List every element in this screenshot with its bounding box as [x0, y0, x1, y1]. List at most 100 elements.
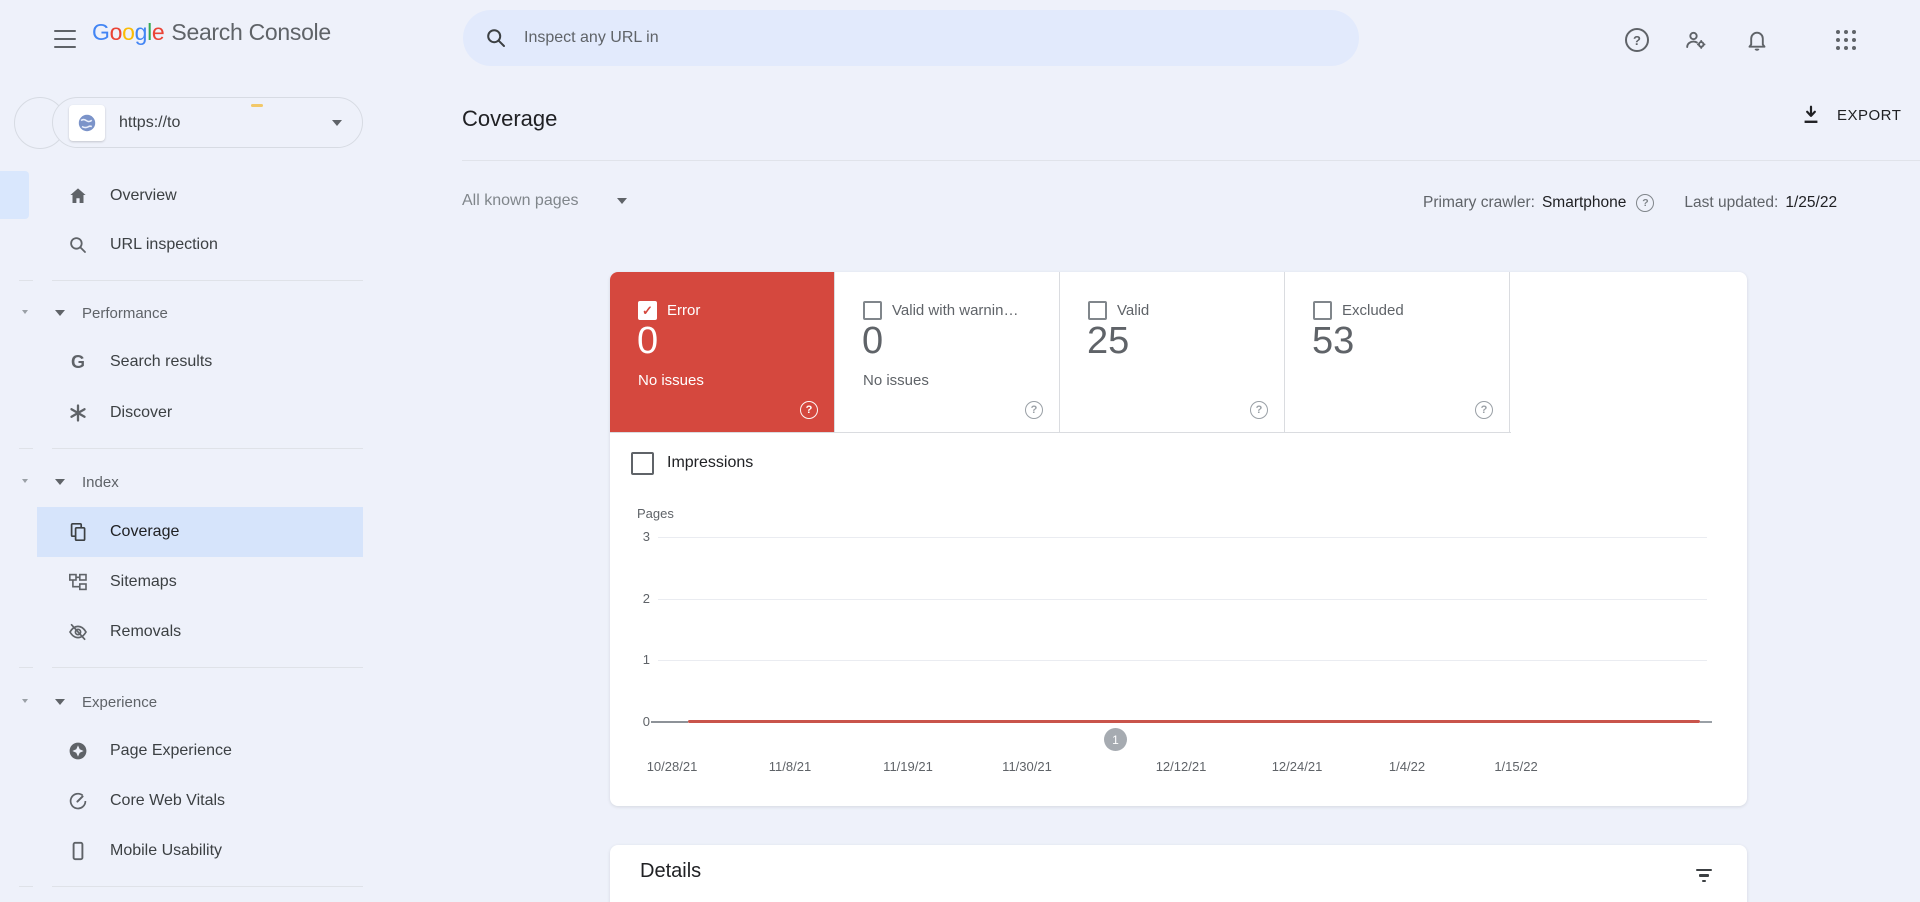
- export-button[interactable]: EXPORT: [1800, 104, 1901, 126]
- status-card-excluded[interactable]: Excluded 53: [1285, 272, 1510, 432]
- help-icon[interactable]: [1636, 194, 1655, 212]
- sidebar-item-label: URL inspection: [110, 236, 218, 253]
- sidebar-item-label: Removals: [110, 623, 182, 640]
- status-card-valid-with-warnings[interactable]: Valid with warnin… 0 No issues: [835, 272, 1060, 432]
- sidebar-item-url-inspection[interactable]: URL inspection: [37, 220, 363, 270]
- primary-crawler-value: Smartphone: [1541, 194, 1627, 211]
- header-divider: [462, 160, 1920, 161]
- rail-divider: [19, 280, 33, 281]
- filter-list-icon[interactable]: [1695, 869, 1713, 883]
- manage-users-icon[interactable]: [1684, 28, 1708, 52]
- y-tick: 0: [642, 714, 650, 729]
- url-inspect-input[interactable]: [522, 28, 1286, 48]
- sidebar-item-label: Core Web Vitals: [110, 792, 226, 809]
- logo-letter: G: [92, 19, 110, 45]
- sidebar-item-page-experience[interactable]: Page Experience: [37, 726, 363, 776]
- status-card-label: Valid with warnin…: [892, 302, 1019, 319]
- gauge-icon: [68, 791, 88, 811]
- y-tick: 2: [642, 591, 650, 606]
- valid-checkbox[interactable]: [1088, 301, 1107, 320]
- help-icon[interactable]: [1250, 401, 1268, 419]
- rail-divider: [19, 448, 33, 449]
- sidebar-item-removals[interactable]: Removals: [37, 607, 363, 657]
- error-checkbox[interactable]: [638, 301, 657, 320]
- status-card-value: 53: [1312, 320, 1355, 362]
- impressions-label: Impressions: [667, 454, 754, 471]
- hamburger-menu-icon[interactable]: [54, 30, 76, 48]
- sidebar-item-label: Discover: [110, 404, 173, 421]
- last-updated-value: 1/25/22: [1785, 194, 1838, 211]
- sidebar-item-label: Page Experience: [110, 742, 232, 759]
- status-card-subtext: No issues: [863, 372, 929, 389]
- status-card-value: 0: [637, 320, 659, 362]
- rail-divider: [19, 886, 33, 887]
- help-icon[interactable]: [1475, 401, 1493, 419]
- impressions-checkbox[interactable]: [631, 452, 654, 475]
- rail-divider: [19, 667, 33, 668]
- help-icon[interactable]: [1625, 28, 1649, 52]
- property-warning-dash: [251, 104, 263, 107]
- apps-grid-icon[interactable]: [1834, 28, 1858, 52]
- help-icon[interactable]: [800, 401, 818, 419]
- scope-dropdown[interactable]: All known pages: [462, 192, 627, 210]
- sidebar-item-overview[interactable]: Overview: [37, 171, 363, 221]
- sidebar-item-core-web-vitals[interactable]: Core Web Vitals: [37, 776, 363, 826]
- sidebar-item-label: Search results: [110, 353, 213, 370]
- x-tick: 10/28/21: [646, 759, 698, 774]
- download-icon: [1804, 105, 1818, 123]
- pages-icon: [68, 522, 88, 542]
- status-card-value: 0: [862, 320, 884, 362]
- excluded-checkbox[interactable]: [1313, 301, 1332, 320]
- google-g-icon: G: [70, 352, 85, 372]
- status-card-label: Valid: [1117, 302, 1150, 319]
- sidebar-section-label: Index: [82, 473, 119, 491]
- smartphone-icon: [68, 841, 88, 861]
- sidebar-section-index[interactable]: Index: [37, 457, 363, 507]
- x-tick: 11/8/21: [768, 759, 812, 774]
- sidebar-section-label: Experience: [82, 693, 158, 711]
- error-series-line: [688, 720, 1700, 723]
- asterisk-icon: [68, 403, 88, 423]
- valid-with-warnings-checkbox[interactable]: [863, 301, 882, 320]
- help-icon: [1625, 28, 1649, 52]
- search-icon: [487, 29, 505, 47]
- logo-letter: o: [109, 19, 123, 45]
- magnifier-icon: [68, 235, 88, 255]
- url-inspection-searchbar[interactable]: [463, 10, 1359, 66]
- sidebar-divider: [52, 280, 363, 281]
- logo-letter: g: [134, 19, 148, 45]
- logo-letter: e: [151, 19, 165, 45]
- crawler-and-updated-meta: Primary crawler: Smartphone Last updated…: [1423, 194, 1837, 212]
- sidebar-divider: [52, 448, 363, 449]
- status-card-label: Excluded: [1342, 302, 1404, 319]
- status-card-valid[interactable]: Valid 25: [1060, 272, 1285, 432]
- help-icon[interactable]: [1025, 401, 1043, 419]
- collapse-caret-icon: [55, 699, 65, 705]
- rail-caret-icon: [22, 310, 28, 314]
- sidebar-item-coverage[interactable]: Coverage: [37, 507, 363, 557]
- rail-caret-icon: [22, 699, 28, 703]
- details-card: Details: [610, 845, 1747, 902]
- notifications-bell-icon[interactable]: [1745, 28, 1769, 52]
- sidebar-section-experience[interactable]: Experience: [37, 677, 363, 727]
- x-tick: 12/24/21: [1271, 759, 1323, 774]
- y-axis-label: Pages: [637, 506, 674, 521]
- chart-annotation-marker[interactable]: 1: [1104, 728, 1127, 751]
- collapse-caret-icon: [55, 479, 65, 485]
- sidebar-item-discover[interactable]: Discover: [37, 388, 363, 438]
- sidebar-section-label: Performance: [82, 304, 168, 322]
- chevron-down-icon: [616, 198, 627, 204]
- sidebar-divider: [52, 667, 363, 668]
- status-card-subtext: No issues: [638, 372, 704, 389]
- last-updated-label: Last updated:: [1684, 194, 1779, 211]
- primary-crawler-label: Primary crawler:: [1423, 194, 1535, 211]
- status-card-error[interactable]: Error 0 No issues: [610, 272, 835, 432]
- status-card-value: 25: [1087, 320, 1130, 362]
- sidebar-item-mobile-usability[interactable]: Mobile Usability: [37, 826, 363, 876]
- sidebar-item-sitemaps[interactable]: Sitemaps: [37, 557, 363, 607]
- sidebar-section-performance[interactable]: Performance: [37, 288, 363, 338]
- sidebar-item-label: Sitemaps: [110, 573, 177, 590]
- sidebar-item-search-results[interactable]: G Search results: [37, 337, 363, 387]
- scope-dropdown-value: All known pages: [462, 192, 579, 209]
- property-selector[interactable]: https://to: [52, 97, 363, 148]
